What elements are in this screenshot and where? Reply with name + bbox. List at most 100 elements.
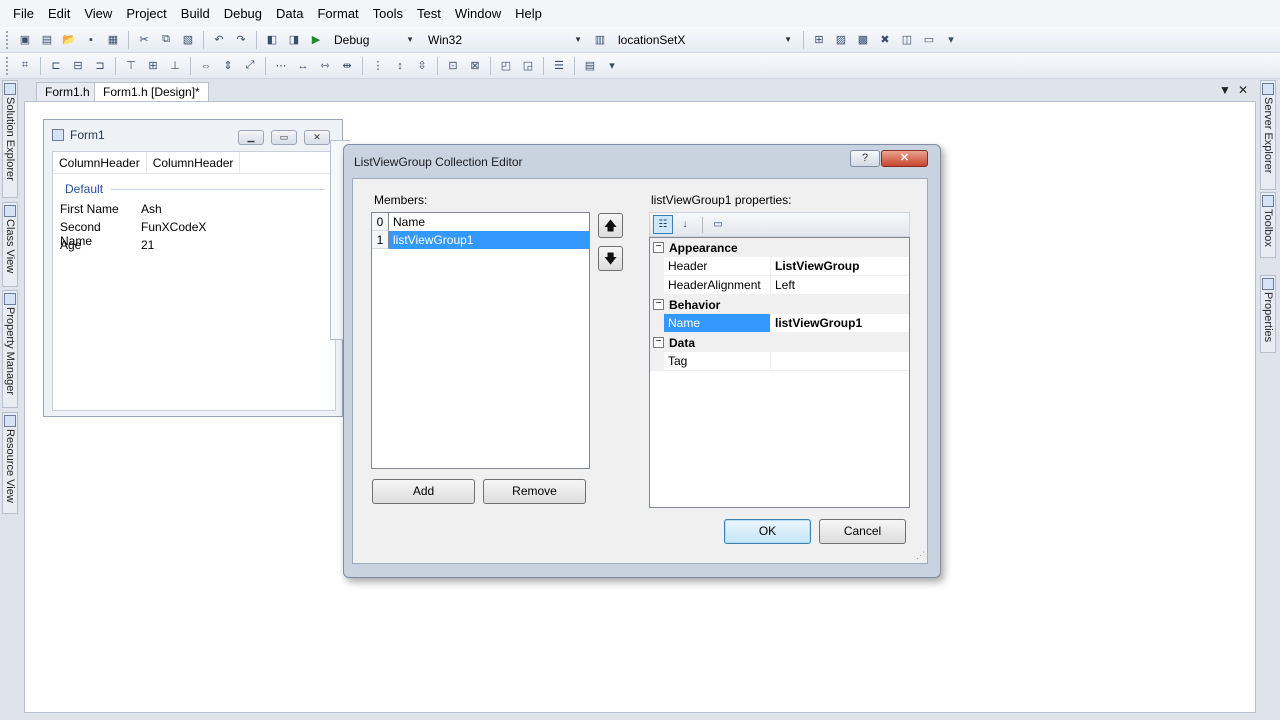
align-tops-icon[interactable]: ⊤: [122, 57, 140, 75]
toolbar-grip[interactable]: [6, 56, 10, 75]
save-icon[interactable]: ▪: [82, 31, 100, 49]
object-browser-icon[interactable]: ▩: [854, 31, 872, 49]
menu-format[interactable]: Format: [310, 0, 365, 28]
form1-window[interactable]: Form1 ▁ ▭ ✕ ColumnHeader ColumnHeader De…: [43, 119, 343, 417]
find-combo[interactable]: locationSetX ▼: [614, 30, 796, 50]
copy-icon[interactable]: ⧉: [157, 31, 175, 49]
increase-horizontal-spacing-icon[interactable]: ↔: [294, 57, 312, 75]
align-lefts-icon[interactable]: ⊏: [47, 57, 65, 75]
properties-tab[interactable]: Properties: [1260, 275, 1276, 353]
menu-project[interactable]: Project: [119, 0, 173, 28]
categorized-icon[interactable]: ☷: [653, 215, 673, 234]
menu-debug[interactable]: Debug: [217, 0, 269, 28]
alphabetical-icon[interactable]: ↓: [675, 215, 695, 234]
make-same-width-icon[interactable]: ⇔: [197, 57, 215, 75]
tab-order-icon[interactable]: ☰: [550, 57, 568, 75]
listview-row[interactable]: First Name Ash: [53, 202, 335, 220]
column-header-1[interactable]: ColumnHeader: [53, 152, 147, 173]
send-to-back-icon[interactable]: ◲: [519, 57, 537, 75]
save-all-icon[interactable]: ▦: [104, 31, 122, 49]
menu-file[interactable]: File: [6, 0, 41, 28]
platform-select[interactable]: Win32 ▼: [424, 30, 586, 50]
new-project-icon[interactable]: ▣: [16, 31, 34, 49]
resource-view-tab[interactable]: Resource View: [2, 412, 18, 514]
category-appearance[interactable]: − Appearance: [650, 238, 909, 257]
decrease-horizontal-spacing-icon[interactable]: ⇿: [316, 57, 334, 75]
collapse-icon[interactable]: −: [653, 242, 664, 253]
add-item-icon[interactable]: ▤: [38, 31, 56, 49]
find-in-files-icon[interactable]: ▥: [591, 31, 609, 49]
property-manager-tab[interactable]: Property Manager: [2, 290, 18, 408]
menu-build[interactable]: Build: [174, 0, 217, 28]
property-grid[interactable]: − Appearance Header ListViewGroup Header…: [649, 237, 910, 508]
property-value[interactable]: Left: [771, 276, 909, 295]
toolbar-overflow-icon[interactable]: ▾: [603, 57, 621, 75]
more-windows-icon[interactable]: ▭: [920, 31, 938, 49]
decrease-vertical-spacing-icon[interactable]: ⇳: [413, 57, 431, 75]
menu-test[interactable]: Test: [410, 0, 448, 28]
vertical-spacing-equal-icon[interactable]: ⋮: [369, 57, 387, 75]
remove-button[interactable]: Remove: [483, 479, 586, 504]
bring-to-front-icon[interactable]: ◰: [497, 57, 515, 75]
ok-button[interactable]: OK: [724, 519, 811, 544]
server-explorer-tab[interactable]: Server Explorer: [1260, 80, 1276, 190]
tab-form1-code[interactable]: Form1.h: [36, 82, 99, 102]
navigate-backward-icon[interactable]: ◧: [263, 31, 281, 49]
remove-horizontal-spacing-icon[interactable]: ⇹: [338, 57, 356, 75]
list-item[interactable]: 1 listViewGroup1: [372, 231, 589, 249]
active-files-dropdown-icon[interactable]: ▼: [1219, 83, 1231, 97]
menu-view[interactable]: View: [77, 0, 119, 28]
property-row-headeralignment[interactable]: HeaderAlignment Left: [650, 276, 909, 295]
property-row-header[interactable]: Header ListViewGroup: [650, 257, 909, 276]
listview-control[interactable]: ColumnHeader ColumnHeader Default First …: [52, 151, 336, 411]
menu-help[interactable]: Help: [508, 0, 549, 28]
configuration-select[interactable]: Debug ▼: [330, 30, 418, 50]
solution-explorer-tab[interactable]: Solution Explorer: [2, 80, 18, 198]
list-item[interactable]: 0 Name: [372, 213, 589, 231]
toolbox-tab[interactable]: Toolbox: [1260, 192, 1276, 258]
align-middles-icon[interactable]: ⊞: [144, 57, 162, 75]
make-same-size-icon[interactable]: ⤢: [241, 57, 259, 75]
listview-row[interactable]: Second Name FunXCodeX: [53, 220, 335, 248]
help-button[interactable]: ?: [850, 150, 880, 167]
solution-explorer-icon[interactable]: ⊞: [810, 31, 828, 49]
listview-row[interactable]: Age 21: [53, 238, 335, 256]
move-up-button[interactable]: 🡅: [598, 213, 623, 238]
toolbar-overflow-icon[interactable]: ▾: [942, 31, 960, 49]
move-down-button[interactable]: 🡇: [598, 246, 623, 271]
start-page-icon[interactable]: ◫: [898, 31, 916, 49]
maximize-button[interactable]: ▭: [271, 130, 297, 145]
minimize-button[interactable]: ▁: [238, 130, 264, 145]
menu-tools[interactable]: Tools: [366, 0, 410, 28]
navigate-forward-icon[interactable]: ◨: [285, 31, 303, 49]
align-rights-icon[interactable]: ⊐: [91, 57, 109, 75]
class-view-tab[interactable]: Class View: [2, 202, 18, 287]
redo-icon[interactable]: ↷: [232, 31, 250, 49]
start-debugging-icon[interactable]: ▶: [307, 31, 325, 49]
add-button[interactable]: Add: [372, 479, 475, 504]
close-document-icon[interactable]: ✕: [1238, 83, 1248, 97]
center-vertically-icon[interactable]: ⊠: [466, 57, 484, 75]
menu-data[interactable]: Data: [269, 0, 310, 28]
align-to-grid-icon[interactable]: ⌗: [16, 57, 34, 75]
cancel-button[interactable]: Cancel: [819, 519, 906, 544]
members-list[interactable]: 0 Name 1 listViewGroup1: [371, 212, 590, 469]
tab-form1-design[interactable]: Form1.h [Design]*: [94, 82, 209, 102]
property-pages-icon[interactable]: ▭: [708, 215, 728, 234]
make-same-height-icon[interactable]: ⇕: [219, 57, 237, 75]
property-row-tag[interactable]: Tag: [650, 352, 909, 371]
dialog-close-button[interactable]: ✕: [881, 150, 928, 167]
paste-icon[interactable]: ▧: [179, 31, 197, 49]
properties-window-icon[interactable]: ▨: [832, 31, 850, 49]
center-horizontally-icon[interactable]: ⊡: [444, 57, 462, 75]
menu-edit[interactable]: Edit: [41, 0, 77, 28]
close-button[interactable]: ✕: [304, 130, 330, 145]
increase-vertical-spacing-icon[interactable]: ↕: [391, 57, 409, 75]
property-value-editor[interactable]: listViewGroup1: [771, 314, 909, 333]
align-bottoms-icon[interactable]: ⊥: [166, 57, 184, 75]
column-header-2[interactable]: ColumnHeader: [147, 152, 241, 173]
category-behavior[interactable]: − Behavior: [650, 295, 909, 314]
open-file-icon[interactable]: 📂: [60, 31, 78, 49]
undo-icon[interactable]: ↶: [210, 31, 228, 49]
align-centers-icon[interactable]: ⊟: [69, 57, 87, 75]
